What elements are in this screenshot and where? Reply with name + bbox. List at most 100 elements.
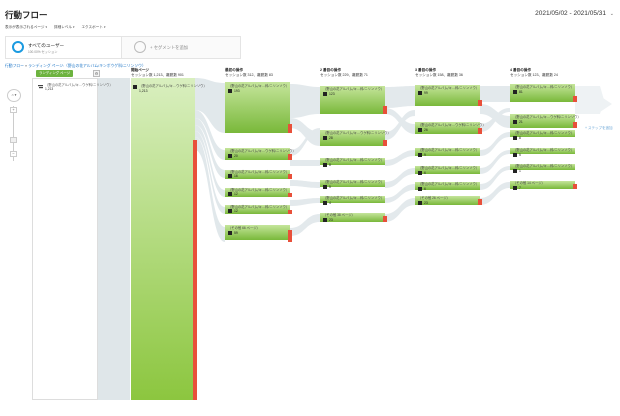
- page-icon: [133, 85, 137, 89]
- dimension-row-value: 1,213: [45, 87, 54, 91]
- node-value: 7: [519, 186, 521, 190]
- tree-icon: [38, 85, 43, 89]
- node-label[interactable]: （その他 38 ページ）: [323, 213, 355, 217]
- node-label[interactable]: （その他 14 ページ）: [513, 181, 545, 185]
- dropoff-bar[interactable]: [573, 96, 577, 102]
- node-label[interactable]: （野山の花アルバム/キ…ウゲ科/ニリンソウ）: [228, 149, 296, 153]
- dropoff-bar[interactable]: [573, 184, 577, 189]
- node-label[interactable]: （野山の花アルバム/キ…科/ニリンソウ）: [323, 196, 384, 200]
- node-value: 23: [329, 218, 333, 222]
- dropoff-bar[interactable]: [288, 210, 292, 214]
- gear-icon[interactable]: ⚙: [93, 70, 100, 77]
- column-header-3: 3 番目の操作 セッション数 158、離脱数 36: [415, 68, 463, 77]
- page-icon: [513, 120, 517, 124]
- dimension-selector[interactable]: ランディング ページ: [36, 70, 74, 77]
- zoom-in-button[interactable]: +: [10, 107, 17, 113]
- dropoff-bar[interactable]: [573, 122, 577, 128]
- home-icon[interactable]: ⌂ ▾: [7, 89, 21, 102]
- dimension-row-label[interactable]: （野山の花アルバム/キ…ウゲ科/ニリンソウ）: [45, 82, 113, 87]
- node-label[interactable]: （野山の花アルバム/キ…ウゲ科/ニリンソウ）: [139, 84, 207, 88]
- dropoff-bar[interactable]: [288, 124, 292, 133]
- page-icon: [228, 231, 232, 235]
- page-icon: [418, 153, 422, 157]
- node-label[interactable]: （野山の花アルバム/キ…ウゲ科/ニリンソウ）: [418, 123, 486, 127]
- node-label[interactable]: （野山の花アルバム/キ…科/ニリンソウ）: [323, 158, 384, 162]
- flow-ribbon: [480, 86, 510, 102]
- page-icon: [513, 136, 517, 140]
- node-label[interactable]: （野山の花アルバム/キ…科/ニリンソウ）: [228, 84, 289, 88]
- node-label[interactable]: （野山の花アルバム/キ…科/ニリンソウ）: [513, 85, 574, 89]
- node-label[interactable]: （野山の花アルバム/キ…科/ニリンソウ）: [418, 182, 479, 186]
- column-title: 2 番目の操作: [320, 68, 341, 72]
- node-value: 193: [234, 89, 240, 93]
- node-value: 99: [424, 91, 428, 95]
- page-icon: [323, 218, 327, 222]
- dimension-column: [32, 78, 98, 400]
- dropoff-bar[interactable]: [478, 199, 482, 205]
- column-stats: セッション数 312、離脱数 83: [225, 72, 273, 77]
- page-icon: [513, 169, 517, 173]
- page-icon: [418, 201, 422, 205]
- node-label[interactable]: （野山の花アルバム/キ…科/ニリンソウ）: [418, 148, 479, 152]
- node-value: 12: [234, 209, 238, 213]
- add-step-link[interactable]: + ステップを追加: [585, 126, 613, 131]
- page-icon: [323, 163, 327, 167]
- node-label[interactable]: （野山の花アルバム/キ…ウゲ科/ニリンソウ）: [323, 131, 391, 135]
- page-icon: [513, 90, 517, 94]
- dropoff-bar[interactable]: [478, 128, 482, 134]
- dropoff-bar[interactable]: [288, 154, 292, 160]
- node-value: 1: [519, 169, 521, 173]
- page-icon: [323, 92, 327, 96]
- node-value: 123: [329, 92, 335, 96]
- node-label[interactable]: （野山の花アルバム/キ…科/ニリンソウ）: [323, 180, 384, 184]
- node-value: 8: [329, 163, 331, 167]
- flow-ribbon: [290, 214, 320, 236]
- node-value: 6: [424, 187, 426, 191]
- node-label[interactable]: （野山の花アルバム/キ…科/ニリンソウ）: [323, 87, 384, 91]
- zoom-slider-handle[interactable]: [10, 137, 17, 143]
- column-title: 最初の操作: [225, 68, 243, 72]
- column-header-1: 最初の操作 セッション数 312、離脱数 83: [225, 68, 273, 77]
- dropoff-bar[interactable]: [383, 140, 387, 146]
- column-header-4: 4 番目の操作 セッション数 123、離脱数 24: [510, 68, 558, 77]
- page-icon: [228, 154, 232, 158]
- node-label[interactable]: （その他 26 ページ）: [418, 196, 450, 200]
- node-value: 4: [329, 201, 331, 205]
- page-icon: [418, 128, 422, 132]
- column-title: 開始ページ: [131, 68, 149, 72]
- page-icon: [323, 185, 327, 189]
- dropoff-bar[interactable]: [288, 174, 292, 179]
- node-label[interactable]: （その他 66 ページ）: [228, 226, 260, 230]
- page-icon: [418, 187, 422, 191]
- dropoff-bar[interactable]: [193, 140, 197, 400]
- dropoff-bar[interactable]: [288, 230, 292, 242]
- node-value: 26: [424, 128, 428, 132]
- column-title: 4 番目の操作: [510, 68, 531, 72]
- node-value: 20: [234, 154, 238, 158]
- node-label[interactable]: （野山の花アルバム/キ…科/ニリンソウ）: [513, 148, 574, 152]
- node-value: 5: [519, 153, 521, 157]
- node-value: 12: [234, 192, 238, 196]
- node-value: 6: [424, 171, 426, 175]
- zoom-out-button[interactable]: −: [10, 151, 17, 157]
- flow-ribbon: [385, 86, 415, 108]
- node-label[interactable]: （野山の花アルバム/キ…ウゲ科/ニリンソウ）: [513, 115, 581, 119]
- dropoff-bar[interactable]: [383, 106, 387, 114]
- flow-node[interactable]: [131, 78, 195, 400]
- page-icon: [228, 209, 232, 213]
- column-stats: セッション数 229、離脱数 71: [320, 72, 368, 77]
- node-label[interactable]: （野山の花アルバム/キ…科/ニリンソウ）: [513, 131, 574, 135]
- dropoff-bar[interactable]: [383, 216, 387, 222]
- node-label[interactable]: （野山の花アルバム/キ…科/ニリンソウ）: [418, 166, 479, 170]
- page-icon: [323, 136, 327, 140]
- page-icon: [323, 201, 327, 205]
- node-value: 21: [519, 120, 523, 124]
- column-header-2: 2 番目の操作 セッション数 229、離脱数 71: [320, 68, 368, 77]
- dropoff-bar[interactable]: [288, 193, 292, 197]
- column-stats: セッション数 158、離脱数 36: [415, 72, 463, 77]
- flow-ribbon: [290, 180, 320, 188]
- node-label[interactable]: （野山の花アルバム/キ…科/ニリンソウ）: [418, 86, 479, 90]
- dropoff-bar[interactable]: [478, 100, 482, 106]
- flow-ribbon: [290, 160, 320, 166]
- node-label[interactable]: （野山の花アルバム/キ…科/ニリンソウ）: [513, 164, 574, 168]
